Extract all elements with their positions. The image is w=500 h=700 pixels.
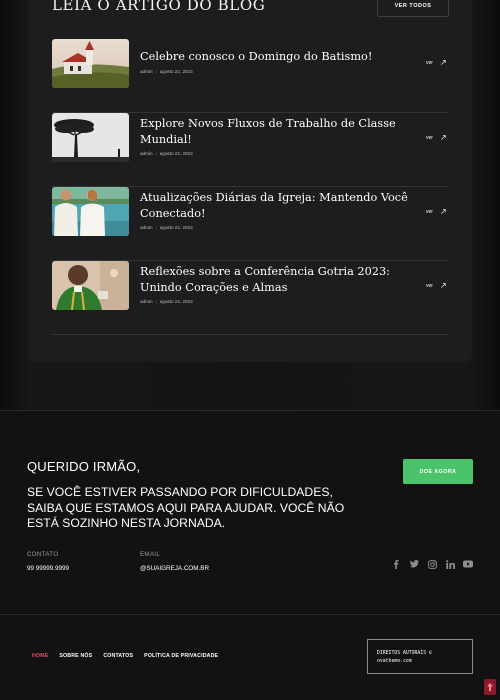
arrow-up-right-icon: ↗ [439, 207, 447, 216]
footer-divider [0, 614, 500, 615]
footer-nav-privacy[interactable]: POLÍTICA DE PRIVACIDADE [144, 653, 218, 659]
priest-icon[interactable] [52, 261, 129, 310]
post-read-link[interactable]: ver ↗ [426, 133, 447, 142]
twitter-icon[interactable] [409, 559, 419, 569]
post-author: admin [140, 69, 153, 74]
post-author: admin [140, 299, 153, 304]
post-title[interactable]: Atualizações Diárias da Igreja: Mantendo… [140, 190, 410, 222]
tree-silhouette-icon[interactable] [52, 113, 129, 162]
facebook-icon[interactable] [391, 559, 401, 569]
donate-button[interactable]: DOE AGORA [403, 459, 473, 484]
post-meta: admin | agosto 22, 2023 [140, 299, 193, 304]
footer-nav-home[interactable]: HOME [32, 653, 48, 659]
post-author: admin [140, 225, 153, 230]
post-read-link[interactable]: ver ↗ [426, 207, 447, 216]
footer-nav-contacts[interactable]: CONTATOS [103, 653, 133, 659]
footer-nav-about[interactable]: SOBRE NÓS [59, 653, 92, 659]
back-to-top-button[interactable] [484, 679, 496, 695]
post-meta: admin | agosto 22, 2023 [140, 69, 193, 74]
footer-nav: HOME SOBRE NÓS CONTATOS POLÍTICA DE PRIV… [32, 653, 218, 659]
arrow-up-right-icon: ↗ [439, 58, 447, 67]
church-on-hill-icon[interactable] [52, 39, 129, 88]
social-links [391, 559, 473, 569]
section-divider [0, 410, 500, 411]
post-read-link[interactable]: ver ↗ [426, 281, 447, 290]
post-meta: admin | agosto 22, 2023 [140, 225, 193, 230]
copyright-text: DIREITOS AUTORAIS © [377, 651, 432, 656]
email-label: EMAIL [140, 551, 161, 558]
post-date: agosto 22, 2023 [159, 299, 193, 304]
baptism-water-icon[interactable] [52, 187, 129, 236]
linkedin-icon[interactable] [445, 559, 455, 569]
post-link-label: ver [426, 283, 433, 289]
post-author: admin [140, 151, 153, 156]
post-title[interactable]: Explore Novos Fluxos de Trabalho de Clas… [140, 116, 410, 148]
blog-post[interactable]: Atualizações Diárias da Igreja: Mantendo… [52, 187, 448, 261]
blog-section-title: LEIA O ARTIGO DO BLOG [52, 0, 266, 14]
arrow-up-icon [487, 683, 493, 691]
arrow-up-right-icon: ↗ [439, 281, 447, 290]
post-date: agosto 22, 2023 [159, 151, 193, 156]
blog-post[interactable]: Reflexões sobre a Conferência Gotria 202… [52, 261, 448, 335]
post-meta: admin | agosto 22, 2023 [140, 151, 193, 156]
copyright-box: DIREITOS AUTORAIS © ovatheme.com [367, 639, 473, 674]
blog-post[interactable]: Celebre conosco o Domingo do Batismo! ad… [52, 39, 448, 113]
post-link-label: ver [426, 209, 433, 215]
phone-label: CONTATO [27, 551, 59, 558]
instagram-icon[interactable] [427, 559, 437, 569]
post-date: agosto 22, 2023 [159, 225, 193, 230]
youtube-icon[interactable] [463, 559, 473, 569]
cta-heading: QUERIDO IRMÃO, [27, 459, 141, 474]
post-title[interactable]: Celebre conosco o Domingo do Batismo! [140, 49, 410, 65]
post-read-link[interactable]: ver ↗ [426, 58, 447, 67]
phone-value[interactable]: 99 99999.9999 [27, 565, 69, 572]
cta-message: SE VOCÊ ESTIVER PASSANDO POR DIFICULDADE… [27, 485, 345, 530]
blog-post[interactable]: Explore Novos Fluxos de Trabalho de Clas… [52, 113, 448, 187]
view-all-button[interactable]: VER TODOS [377, 0, 449, 17]
arrow-up-right-icon: ↗ [439, 133, 447, 142]
copyright-site[interactable]: ovatheme.com [377, 658, 472, 666]
post-title[interactable]: Reflexões sobre a Conferência Gotria 202… [140, 264, 410, 296]
post-date: agosto 22, 2023 [159, 69, 193, 74]
post-link-label: ver [426, 135, 433, 141]
post-link-label: ver [426, 60, 433, 66]
email-value[interactable]: @SUAIGREJA.COM.BR [140, 565, 209, 572]
